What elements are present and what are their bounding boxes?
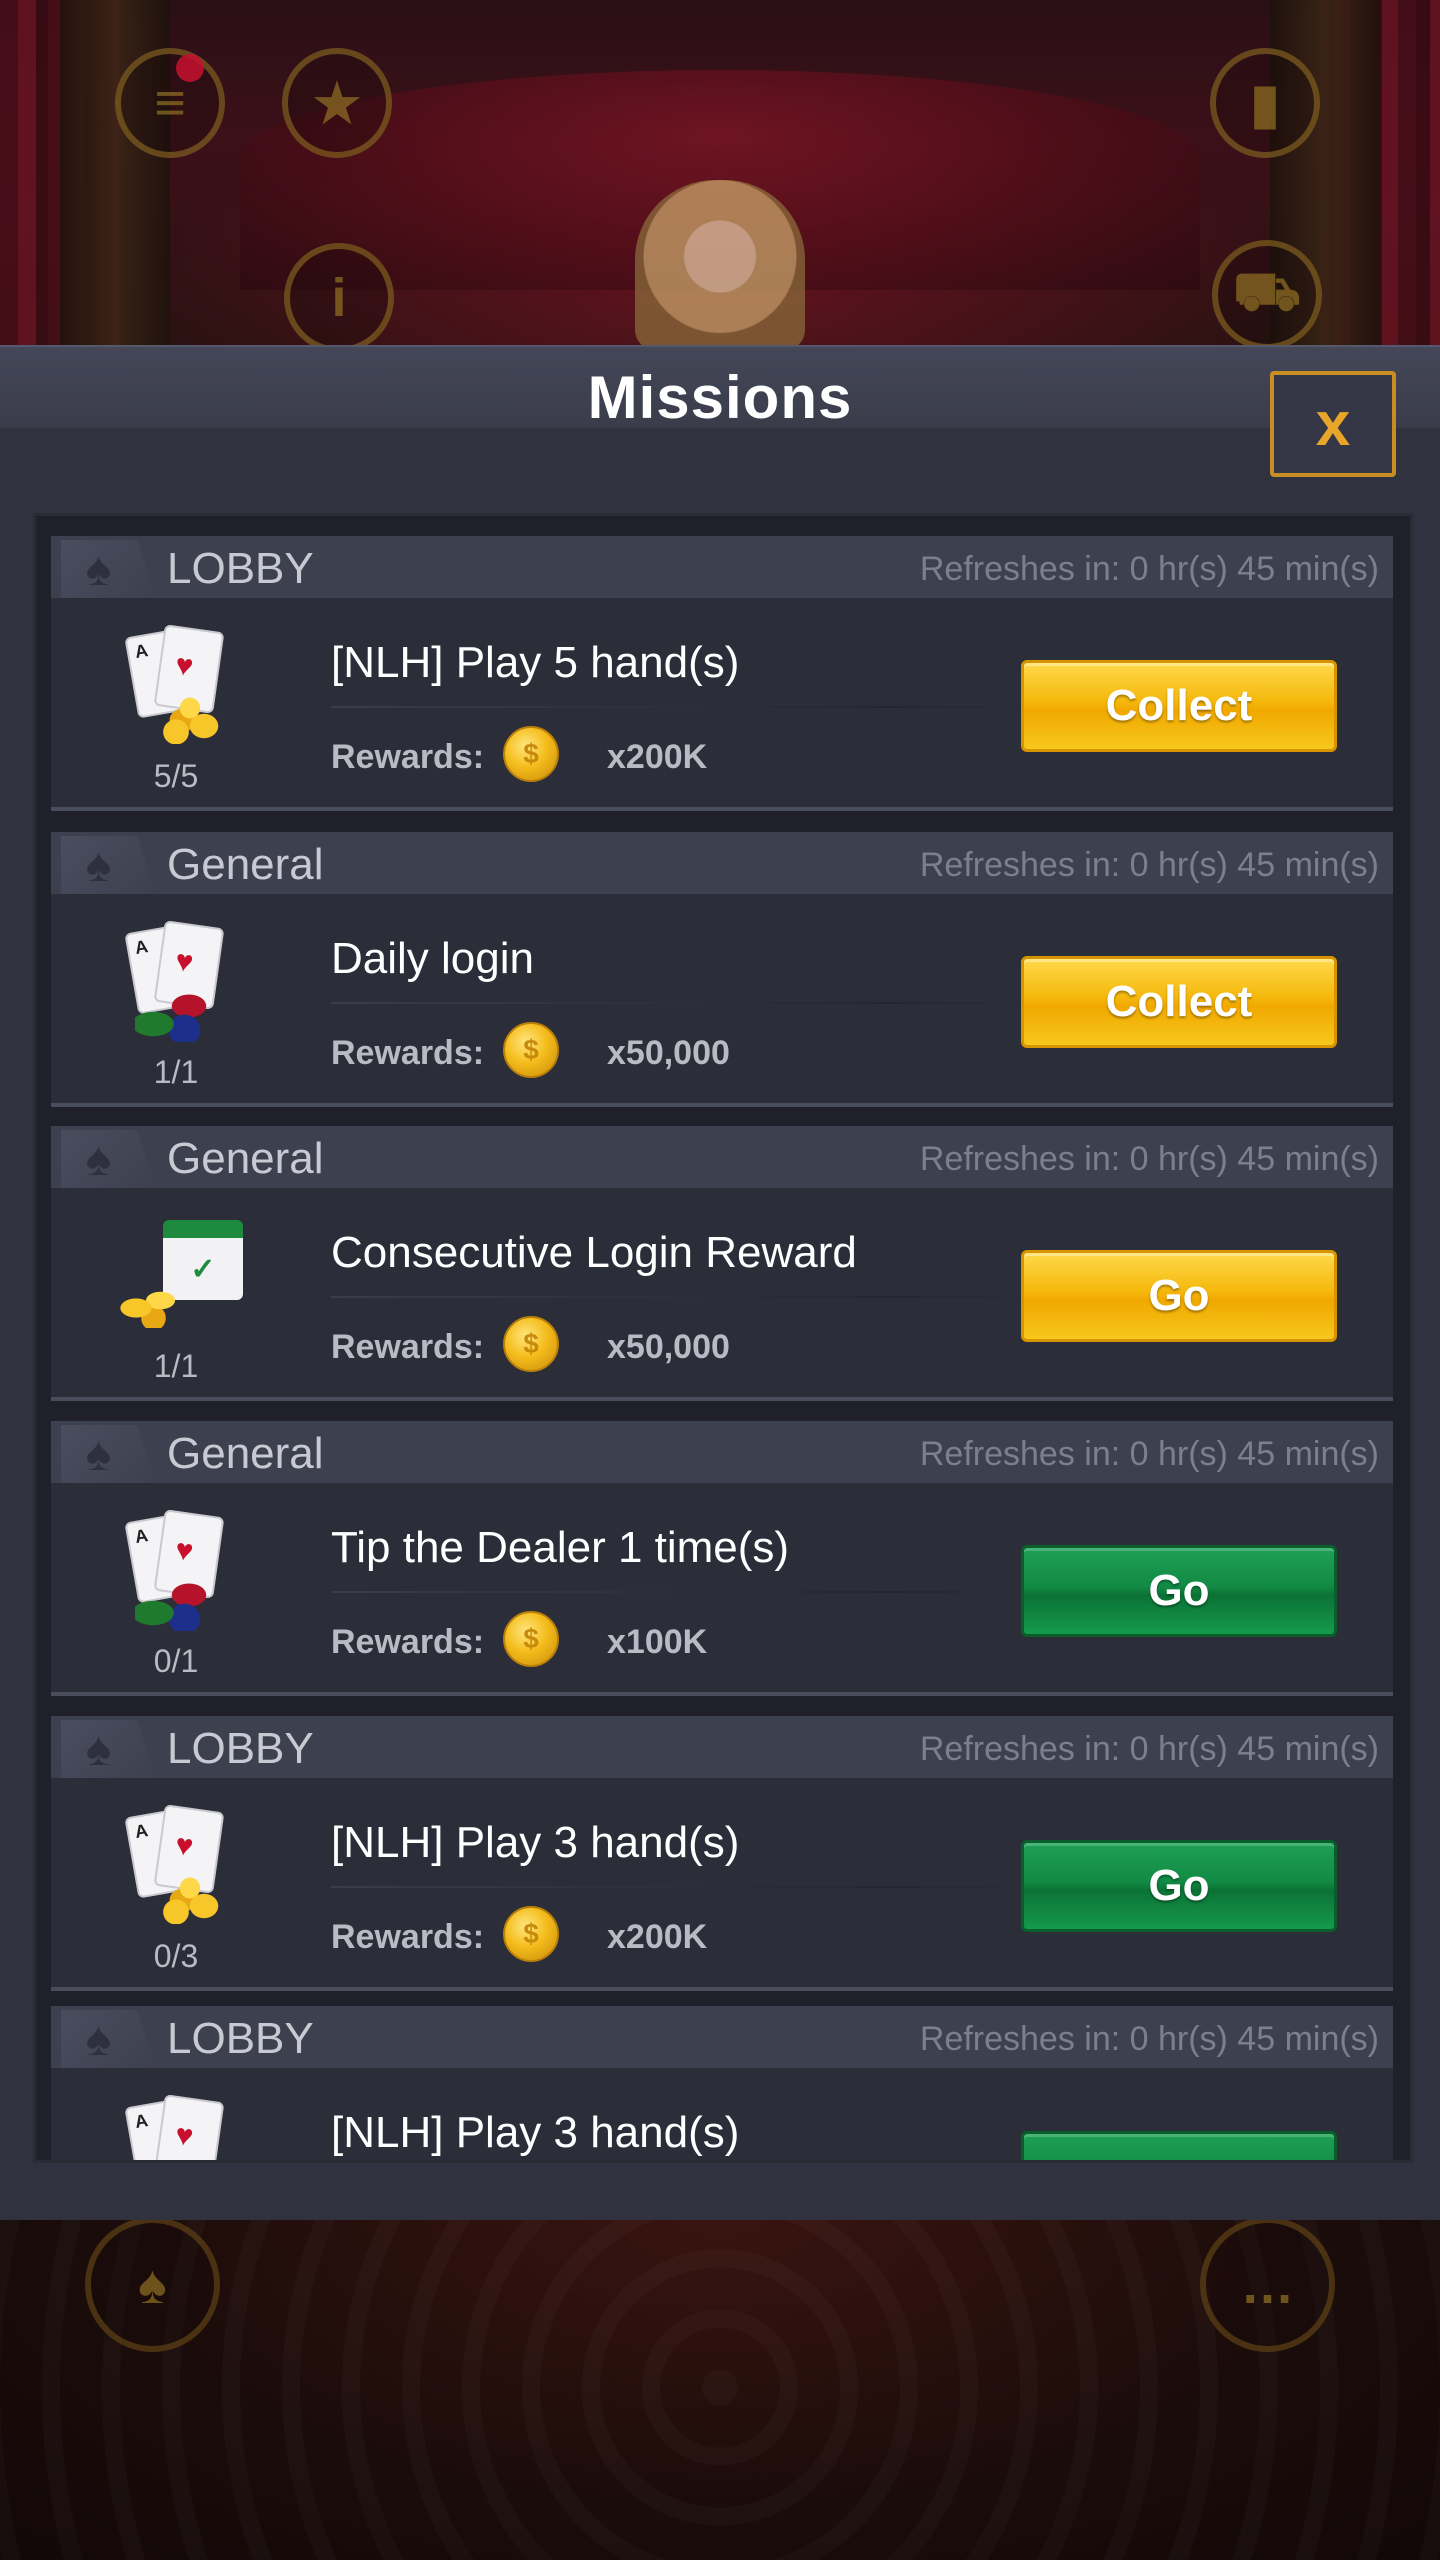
- collect-button[interactable]: Collect: [1021, 956, 1337, 1048]
- modal-title: Missions: [587, 364, 853, 431]
- mission-category: LOBBY: [167, 2014, 314, 2063]
- rewards-label: Rewards:: [331, 738, 485, 776]
- cards-coins-icon: [121, 1804, 231, 1926]
- spade-icon: ♠: [61, 1130, 156, 1188]
- reward-value: x200K: [607, 1918, 708, 1956]
- mission-card-header: ♠ LOBBY Refreshes in: 0 hr(s) 45 min(s): [51, 1716, 1393, 1778]
- collect-button[interactable]: Collect: [1021, 660, 1337, 752]
- mission-title: Daily login: [331, 934, 534, 983]
- mission-title: Tip the Dealer 1 time(s): [331, 1523, 790, 1572]
- go-button[interactable]: Go: [1021, 1840, 1337, 1932]
- spade-icon: ♠: [61, 2010, 156, 2068]
- mission-category: LOBBY: [167, 544, 314, 593]
- spade-icon: ♠: [61, 836, 156, 894]
- stats-icon[interactable]: ▮: [1210, 48, 1320, 158]
- mission-card: ♠ General Refreshes in: 0 hr(s) 45 min(s…: [51, 1126, 1393, 1401]
- coin-icon: $: [503, 1022, 559, 1078]
- reward-value: x200K: [607, 738, 708, 776]
- mission-category: LOBBY: [167, 1724, 314, 1773]
- chat-icon[interactable]: …: [1200, 2217, 1335, 2352]
- mission-category: General: [167, 1429, 324, 1478]
- mission-progress: 1/1: [153, 1054, 199, 1090]
- dealer-avatar: [635, 180, 805, 345]
- cards-coins-icon: [121, 2094, 231, 2160]
- coin-icon: $: [503, 726, 559, 782]
- refresh-timer: Refreshes in: 0 hr(s) 45 min(s): [919, 1730, 1379, 1768]
- divider: [331, 1296, 1031, 1298]
- mission-card: ♠ General Refreshes in: 0 hr(s) 45 min(s…: [51, 1421, 1393, 1696]
- reward-value: x100K: [607, 1623, 708, 1661]
- divider: [331, 706, 1031, 708]
- reward-value: x50,000: [607, 1034, 730, 1072]
- coin-icon: $: [503, 1906, 559, 1962]
- casino-floor-background: ♠ …: [0, 2215, 1440, 2560]
- refresh-timer: Refreshes in: 0 hr(s) 45 min(s): [919, 2020, 1379, 2058]
- cards-chips-icon: [121, 920, 231, 1042]
- cart-icon[interactable]: ⛟: [1212, 240, 1322, 345]
- go-button[interactable]: Go: [1021, 1250, 1337, 1342]
- cards-coins-icon: [121, 624, 231, 746]
- bookmark-icon[interactable]: ★: [282, 48, 392, 158]
- rewards-label: Rewards:: [331, 1623, 485, 1661]
- notification-dot: [176, 54, 204, 82]
- divider: [331, 1886, 1031, 1888]
- refresh-timer: Refreshes in: 0 hr(s) 45 min(s): [919, 1140, 1379, 1178]
- divider: [331, 1002, 1031, 1004]
- close-button[interactable]: x: [1270, 371, 1396, 477]
- mission-title: [NLH] Play 3 hand(s): [331, 1818, 740, 1867]
- mission-card-header: ♠ General Refreshes in: 0 hr(s) 45 min(s…: [51, 1421, 1393, 1483]
- cards-chips-icon: [121, 1509, 231, 1631]
- mission-category: General: [167, 840, 324, 889]
- mission-card: ♠ General Refreshes in: 0 hr(s) 45 min(s…: [51, 832, 1393, 1107]
- spade-icon: ♠: [61, 1720, 156, 1778]
- mission-card: ♠ LOBBY Refreshes in: 0 hr(s) 45 min(s) …: [51, 2006, 1393, 2160]
- info-icon[interactable]: i: [284, 243, 394, 345]
- mission-card-header: ♠ General Refreshes in: 0 hr(s) 45 min(s…: [51, 1126, 1393, 1188]
- mission-card: ♠ LOBBY Refreshes in: 0 hr(s) 45 min(s) …: [51, 1716, 1393, 1991]
- mission-progress: 5/5: [153, 758, 199, 794]
- mission-card-header: ♠ LOBBY Refreshes in: 0 hr(s) 45 min(s): [51, 2006, 1393, 2068]
- coin-icon: $: [503, 1316, 559, 1372]
- refresh-timer: Refreshes in: 0 hr(s) 45 min(s): [919, 846, 1379, 884]
- rewards-label: Rewards:: [331, 1918, 485, 1956]
- rewards-label: Rewards:: [331, 1328, 485, 1366]
- refresh-timer: Refreshes in: 0 hr(s) 45 min(s): [919, 1435, 1379, 1473]
- divider: [331, 1591, 1031, 1593]
- mission-progress: 0/3: [153, 1938, 199, 1974]
- reward-value: x50,000: [607, 1328, 730, 1366]
- mission-card-header: ♠ LOBBY Refreshes in: 0 hr(s) 45 min(s): [51, 536, 1393, 598]
- go-button[interactable]: [1021, 2131, 1337, 2160]
- spade-icon: ♠: [61, 1425, 156, 1483]
- missions-modal: Missions x ♠ LOBBY Refreshes in: 0 hr(s)…: [0, 345, 1440, 2220]
- mission-title: [NLH] Play 3 hand(s): [331, 2108, 740, 2157]
- mission-title: Consecutive Login Reward: [331, 1228, 857, 1277]
- mission-card: ♠ LOBBY Refreshes in: 0 hr(s) 45 min(s) …: [51, 536, 1393, 811]
- mission-card-header: ♠ General Refreshes in: 0 hr(s) 45 min(s…: [51, 832, 1393, 894]
- go-button[interactable]: Go: [1021, 1545, 1337, 1637]
- menu-icon[interactable]: ≡: [115, 48, 225, 158]
- mission-progress: 1/1: [153, 1348, 199, 1384]
- mission-title: [NLH] Play 5 hand(s): [331, 638, 740, 687]
- rewards-label: Rewards:: [331, 1034, 485, 1072]
- missions-list[interactable]: ♠ LOBBY Refreshes in: 0 hr(s) 45 min(s) …: [33, 513, 1413, 2163]
- mission-category: General: [167, 1134, 324, 1183]
- cards-icon[interactable]: ♠: [85, 2217, 220, 2352]
- refresh-timer: Refreshes in: 0 hr(s) 45 min(s): [919, 550, 1379, 588]
- calendar-coins-icon: ✓: [115, 1216, 243, 1336]
- coin-icon: $: [503, 1611, 559, 1667]
- spade-icon: ♠: [61, 540, 156, 598]
- mission-progress: 0/1: [153, 1643, 199, 1679]
- casino-background: ≡ ★ ▮ i ⛟: [0, 0, 1440, 345]
